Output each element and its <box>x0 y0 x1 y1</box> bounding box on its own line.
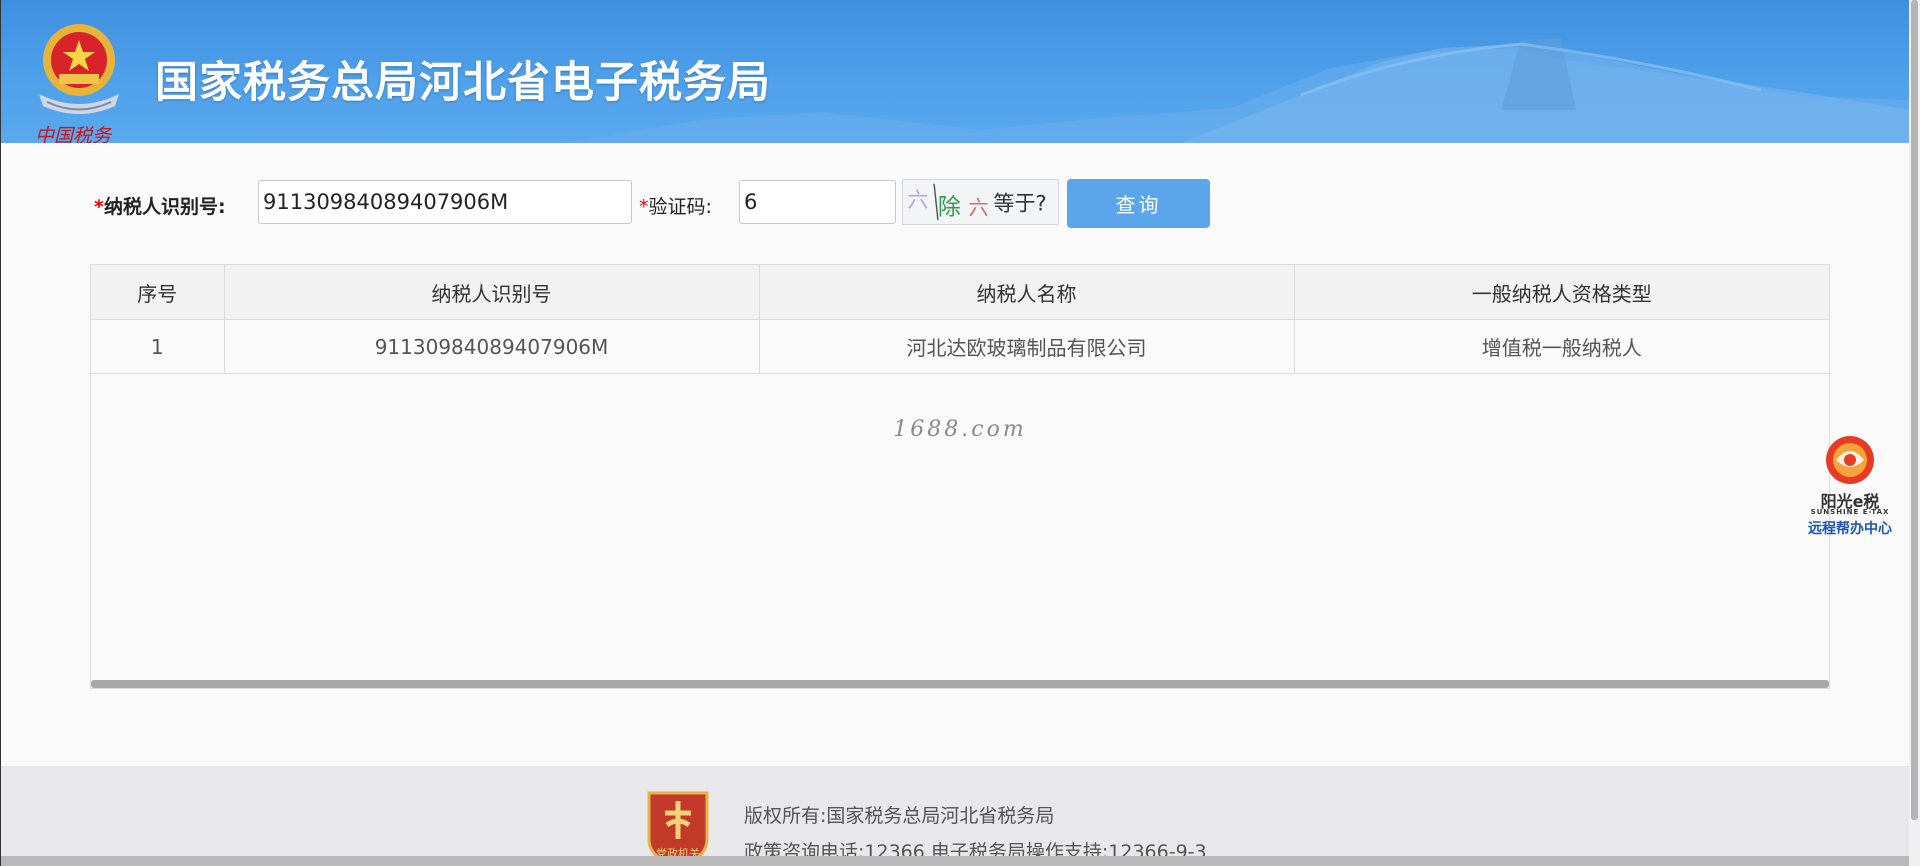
sunshine-etax-icon <box>1826 436 1874 484</box>
watermark-text: 1688.com <box>893 417 1027 442</box>
national-emblem-logo: 中国税务 <box>35 24 119 143</box>
site-header: 中国税务 国家税务总局河北省电子税务局 <box>1 0 1909 143</box>
page-vertical-scrollbar-thumb[interactable] <box>1911 0 1918 820</box>
svg-text:六: 六 <box>907 187 928 212</box>
query-button[interactable]: 查询 <box>1067 179 1210 228</box>
results-table: 序号 纳税人识别号 纳税人名称 一般纳税人资格类型 1 911309840894… <box>90 264 1830 689</box>
cell-type: 增值税一般纳税人 <box>1294 319 1829 374</box>
table-row[interactable]: 1 91130984089407906M 河北达欧玻璃制品有限公司 增值税一般纳… <box>91 319 1829 374</box>
cell-index: 1 <box>91 319 225 374</box>
footer-copyright: 版权所有:国家税务总局河北省税务局 <box>744 805 1055 827</box>
svg-text:六: 六 <box>969 195 989 219</box>
table-header-row: 序号 纳税人识别号 纳税人名称 一般纳税人资格类型 <box>91 265 1829 320</box>
remote-help-widget[interactable]: 阳光e税 SUNSHINE E-TAX 远程帮办中心 <box>1800 432 1900 537</box>
svg-text:等于?: 等于? <box>993 191 1046 216</box>
svg-text:除: 除 <box>938 194 961 220</box>
cell-taxid: 91130984089407906M <box>224 319 760 374</box>
taxid-input[interactable] <box>258 180 632 224</box>
captcha-image[interactable]: 六 除 六 等于? <box>902 179 1059 225</box>
col-header-name: 纳税人名称 <box>759 265 1295 320</box>
help-widget-label: 远程帮办中心 <box>1808 521 1892 537</box>
cell-name: 河北达欧玻璃制品有限公司 <box>759 319 1295 374</box>
captcha-label: *验证码: <box>639 196 712 218</box>
taxid-label: *纳税人识别号: <box>94 196 226 218</box>
table-horizontal-scrollbar[interactable] <box>91 680 1829 688</box>
col-header-type: 一般纳税人资格类型 <box>1294 265 1829 320</box>
help-widget-subtitle: SUNSHINE E-TAX <box>1810 508 1890 516</box>
svg-text:中国税务: 中国税务 <box>35 125 113 143</box>
col-header-index: 序号 <box>91 265 225 320</box>
page-horizontal-scrollbar[interactable] <box>1 856 1909 866</box>
site-title: 国家税务总局河北省电子税务局 <box>155 58 771 108</box>
captcha-input[interactable] <box>739 180 896 224</box>
col-header-taxid: 纳税人识别号 <box>224 265 760 320</box>
party-government-badge-icon[interactable]: 党政机关 <box>643 787 713 866</box>
